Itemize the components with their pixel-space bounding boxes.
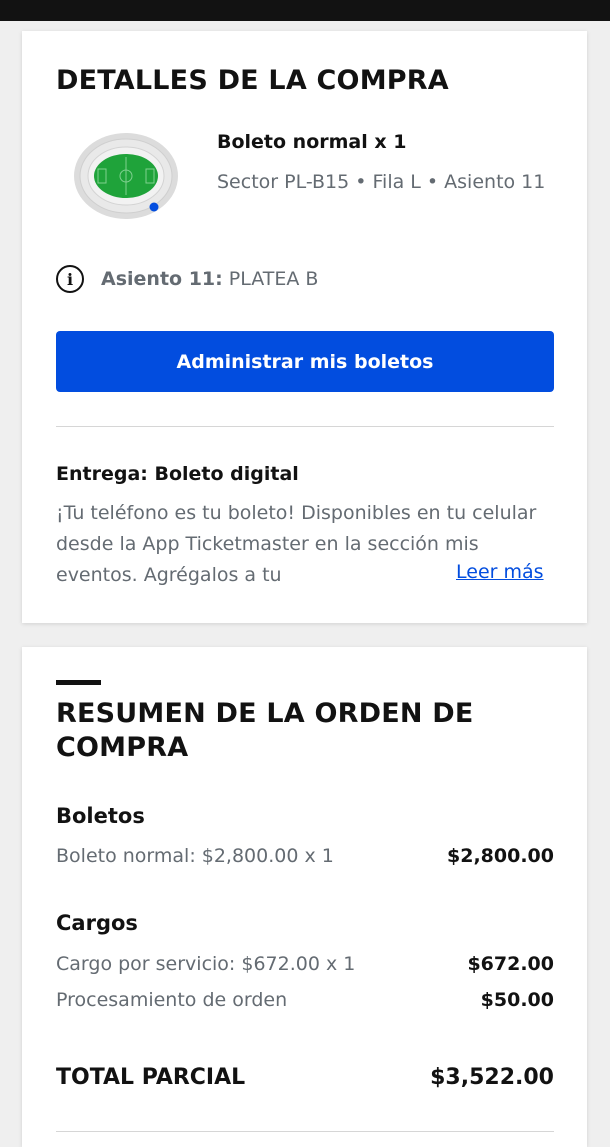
divider — [56, 1131, 554, 1132]
charge-line-row: Procesamiento de orden $50.00 — [56, 989, 554, 1011]
selected-seat-marker — [149, 202, 159, 212]
charge-line-label: Cargo por servicio: $672.00 x 1 — [56, 953, 356, 975]
seat-info-text: Asiento 11: PLATEA B — [101, 268, 318, 290]
stadium-map-icon — [74, 133, 178, 219]
tickets-section-label: Boletos — [56, 804, 145, 828]
text-fade — [352, 563, 432, 591]
charge-line-amount: $50.00 — [480, 989, 554, 1011]
divider — [56, 426, 554, 427]
subtotal-row: TOTAL PARCIAL $3,522.00 — [56, 1065, 554, 1090]
info-icon[interactable]: i — [56, 265, 84, 293]
seat-value: PLATEA B — [228, 268, 319, 290]
ticket-line-label: Boleto normal: $2,800.00 x 1 — [56, 845, 334, 867]
ticket-line-amount: $2,800.00 — [447, 845, 554, 867]
manage-tickets-button[interactable]: Administrar mis boletos — [56, 331, 554, 392]
seat-label: Asiento 11: — [101, 268, 223, 290]
purchase-details-card: DETALLES DE LA COMPRA Boleto normal x 1 … — [22, 31, 587, 623]
status-bar — [0, 0, 610, 21]
seat-info-row: i Asiento 11: PLATEA B — [56, 263, 318, 295]
delivery-title: Entrega: Boleto digital — [56, 463, 299, 485]
order-summary-heading: RESUMEN DE LA ORDEN DE COMPRA — [56, 698, 474, 763]
charges-section-label: Cargos — [56, 911, 138, 935]
ticket-location: Sector PL-B15 • Fila L • Asiento 11 — [217, 171, 546, 193]
accent-bar — [56, 680, 101, 685]
order-summary-card: RESUMEN DE LA ORDEN DE COMPRA Boletos Bo… — [22, 647, 587, 1147]
charge-line-amount: $672.00 — [467, 953, 554, 975]
subtotal-label: TOTAL PARCIAL — [56, 1065, 246, 1090]
charge-line-row: Cargo por servicio: $672.00 x 1 $672.00 — [56, 953, 554, 975]
subtotal-amount: $3,522.00 — [430, 1065, 554, 1090]
ticket-title: Boleto normal x 1 — [217, 131, 407, 153]
ticket-line-row: Boleto normal: $2,800.00 x 1 $2,800.00 — [56, 845, 554, 867]
charge-line-label: Procesamiento de orden — [56, 989, 288, 1011]
purchase-details-heading: DETALLES DE LA COMPRA — [56, 65, 449, 96]
read-more-link[interactable]: Leer más — [454, 561, 544, 583]
